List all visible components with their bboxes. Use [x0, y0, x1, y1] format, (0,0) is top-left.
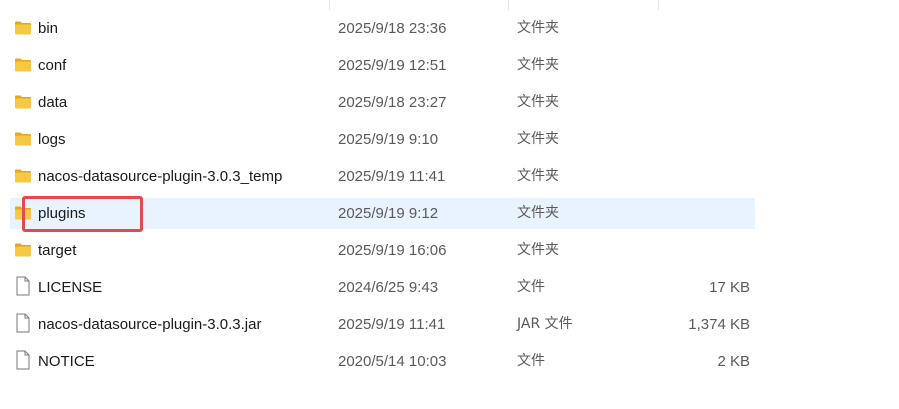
file-type: 文件夹: [517, 168, 559, 184]
file-name: logs: [38, 131, 66, 148]
file-icon: [14, 276, 32, 296]
file-date: 2024/6/25 9:43: [338, 279, 439, 296]
file-name: nacos-datasource-plugin-3.0.3_temp: [38, 168, 283, 185]
file-size: 17 KB: [709, 279, 750, 296]
column-separator: [329, 0, 330, 10]
file-date: 2025/9/19 16:06: [338, 242, 447, 259]
file-name: target: [38, 242, 77, 259]
file-type: JAR 文件: [517, 316, 573, 332]
file-list: bin 2025/9/18 23:36 文件夹 conf 2025/9/19 1…: [0, 10, 899, 380]
file-date: 2025/9/19 11:41: [338, 168, 446, 185]
folder-icon: [14, 19, 32, 37]
list-item[interactable]: data 2025/9/18 23:27 文件夹: [0, 84, 899, 121]
file-name: nacos-datasource-plugin-3.0.3.jar: [38, 316, 262, 333]
file-name: plugins: [38, 205, 86, 222]
file-type: 文件夹: [517, 205, 559, 221]
folder-icon: [14, 93, 32, 111]
file-name: data: [38, 94, 68, 111]
file-date: 2025/9/19 9:10: [338, 131, 439, 148]
file-name: bin: [38, 20, 59, 37]
list-item[interactable]: nacos-datasource-plugin-3.0.3_temp 2025/…: [0, 158, 899, 195]
file-date: 2025/9/18 23:27: [338, 94, 447, 111]
file-name: LICENSE: [38, 279, 103, 296]
file-type: 文件夹: [517, 94, 559, 110]
column-separator: [658, 0, 659, 10]
list-item[interactable]: target 2025/9/19 16:06 文件夹: [0, 232, 899, 269]
file-type: 文件: [517, 279, 545, 295]
file-type: 文件夹: [517, 57, 559, 73]
list-item[interactable]: conf 2025/9/19 12:51 文件夹: [0, 47, 899, 84]
list-item[interactable]: bin 2025/9/18 23:36 文件夹: [0, 10, 899, 47]
folder-icon: [14, 56, 32, 74]
list-item[interactable]: LICENSE 2024/6/25 9:43 文件 17 KB: [0, 269, 899, 306]
file-type: 文件夹: [517, 242, 559, 258]
folder-icon: [14, 241, 32, 259]
file-name: NOTICE: [38, 353, 95, 370]
list-item-selected[interactable]: plugins 2025/9/19 9:12 文件夹: [0, 195, 899, 232]
file-type: 文件夹: [517, 131, 559, 147]
file-date: 2025/9/18 23:36: [338, 20, 447, 37]
file-size: 1,374 KB: [688, 316, 750, 333]
folder-icon: [14, 204, 32, 222]
list-item[interactable]: logs 2025/9/19 9:10 文件夹: [0, 121, 899, 158]
file-date: 2025/9/19 9:12: [338, 205, 439, 222]
list-item[interactable]: NOTICE 2020/5/14 10:03 文件 2 KB: [0, 343, 899, 380]
file-icon: [14, 350, 32, 370]
file-date: 2025/9/19 12:51: [338, 57, 447, 74]
file-date: 2020/5/14 10:03: [338, 353, 447, 370]
folder-icon: [14, 167, 32, 185]
file-size: 2 KB: [717, 353, 750, 370]
file-icon: [14, 313, 32, 333]
folder-icon: [14, 130, 32, 148]
column-separator: [508, 0, 509, 10]
file-date: 2025/9/19 11:41: [338, 316, 446, 333]
file-name: conf: [38, 57, 67, 74]
list-item[interactable]: nacos-datasource-plugin-3.0.3.jar 2025/9…: [0, 306, 899, 343]
file-type: 文件夹: [517, 20, 559, 36]
file-type: 文件: [517, 353, 545, 369]
